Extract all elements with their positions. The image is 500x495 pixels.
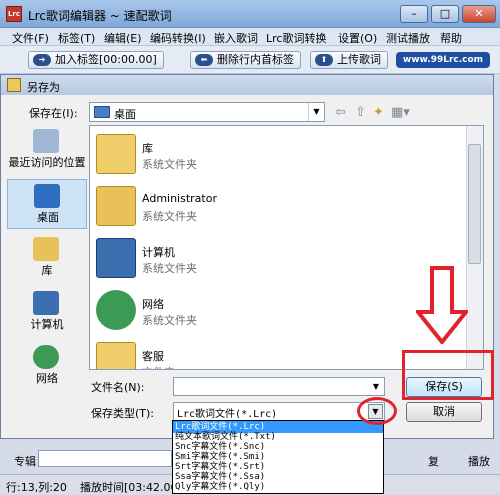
place-computer[interactable]: 计算机	[7, 287, 87, 337]
annotation-box	[402, 350, 494, 400]
back-icon[interactable]: ⇦	[335, 105, 346, 120]
play-time: 播放时间[03:42.00]	[80, 481, 182, 494]
recent-icon	[33, 129, 59, 153]
place-network[interactable]: 网络	[7, 341, 87, 391]
menu-tags[interactable]: 标签(T)	[58, 30, 95, 46]
computer-icon	[33, 291, 59, 315]
chevron-down-icon[interactable]: ▼	[308, 103, 324, 121]
album-input[interactable]	[38, 450, 172, 467]
annotation-arrow-icon	[416, 266, 468, 344]
place-desktop[interactable]: 桌面	[7, 179, 87, 229]
menu-test-play[interactable]: 测试播放	[386, 30, 430, 46]
library-folder-icon	[96, 134, 136, 174]
album-label: 专辑	[14, 455, 36, 468]
network-icon	[96, 290, 136, 330]
menu-encoding[interactable]: 编码转换(I)	[150, 30, 206, 46]
arrow-left-icon: ⬅	[195, 54, 213, 66]
minimize-button[interactable]: –	[400, 5, 428, 23]
app-logo-icon: Lrc	[6, 6, 22, 22]
app-title: Lrc歌词编辑器 ~ 速配歌词	[28, 9, 172, 23]
close-button[interactable]: ✕	[462, 5, 496, 23]
dialog-title-bar: 另存为	[1, 75, 493, 95]
save-in-value: 桌面	[114, 108, 136, 121]
menu-settings[interactable]: 设置(O)	[338, 30, 377, 46]
file-item[interactable]: 库 系统文件夹	[90, 130, 460, 182]
computer-icon	[96, 238, 136, 278]
place-library[interactable]: 库	[7, 233, 87, 283]
save-in-combo[interactable]: 桌面 ▼	[89, 102, 325, 122]
filename-input[interactable]: ▼	[173, 377, 385, 396]
file-item[interactable]: 计算机 系统文件夹	[90, 234, 460, 286]
arrow-right-icon: ➜	[33, 54, 51, 66]
status-right-label: 复	[428, 455, 439, 468]
menu-lrc-convert[interactable]: Lrc歌词转换	[266, 30, 326, 46]
menu-embed[interactable]: 嵌入歌词	[214, 30, 258, 46]
network-icon	[33, 345, 59, 369]
save-in-label: 保存在(I):	[29, 107, 78, 120]
user-folder-icon	[96, 186, 136, 226]
website-link[interactable]: www.99Lrc.com	[396, 52, 490, 68]
upload-lyrics-button[interactable]: ⬆ 上传歌词	[310, 51, 388, 69]
file-item[interactable]: 网络 系统文件夹	[90, 286, 460, 338]
menu-file[interactable]: 文件(F)	[12, 30, 49, 46]
filetype-label: 保存类型(T):	[91, 407, 155, 420]
menu-help[interactable]: 帮助	[440, 30, 462, 46]
folder-icon	[7, 78, 21, 92]
place-recent[interactable]: 最近访问的位置	[7, 125, 87, 175]
cursor-position: 行:13,列:20	[6, 481, 67, 494]
add-tag-button[interactable]: ➜ 加入标签[00:00.00]	[28, 51, 164, 69]
file-item[interactable]: Administrator 系统文件夹	[90, 182, 460, 234]
places-bar: 最近访问的位置 桌面 库 计算机 网络	[7, 125, 87, 385]
maximize-button[interactable]: □	[431, 5, 459, 23]
library-icon	[33, 237, 59, 261]
chevron-down-icon[interactable]: ▼	[368, 378, 384, 395]
annotation-circle	[357, 397, 397, 425]
filename-label: 文件名(N):	[91, 381, 145, 394]
upload-icon: ⬆	[315, 54, 333, 66]
new-folder-icon[interactable]: ✦	[373, 105, 384, 120]
desktop-icon	[94, 106, 110, 118]
view-menu-icon[interactable]: ▦▾	[391, 105, 410, 120]
up-folder-icon[interactable]: ⇧	[355, 105, 366, 120]
filetype-dropdown-list: Lrc歌词文件(*.Lrc) 纯文本歌词文件(*.Txt) Snc字幕文件(*.…	[172, 420, 384, 494]
menu-edit[interactable]: 编辑(E)	[104, 30, 142, 46]
filetype-value: Lrc歌词文件(*.Lrc)	[177, 409, 278, 420]
dialog-title: 另存为	[27, 81, 60, 94]
play-label[interactable]: 播放	[468, 453, 490, 469]
filetype-combo[interactable]: Lrc歌词文件(*.Lrc) ▼	[173, 402, 385, 421]
app-title-bar: Lrc Lrc歌词编辑器 ~ 速配歌词 – □ ✕	[0, 0, 500, 28]
menu-bar: 文件(F) 标签(T) 编辑(E) 编码转换(I) 嵌入歌词 Lrc歌词转换 设…	[0, 28, 500, 46]
filetype-option[interactable]: Qly字幕文件(*.Qly)	[173, 481, 383, 493]
cancel-button[interactable]: 取消	[406, 402, 482, 422]
folder-icon	[96, 342, 136, 369]
delete-tag-button[interactable]: ⬅ 删除行内首标签	[190, 51, 301, 69]
desktop-icon	[34, 184, 60, 208]
scrollbar-thumb[interactable]	[468, 144, 481, 264]
